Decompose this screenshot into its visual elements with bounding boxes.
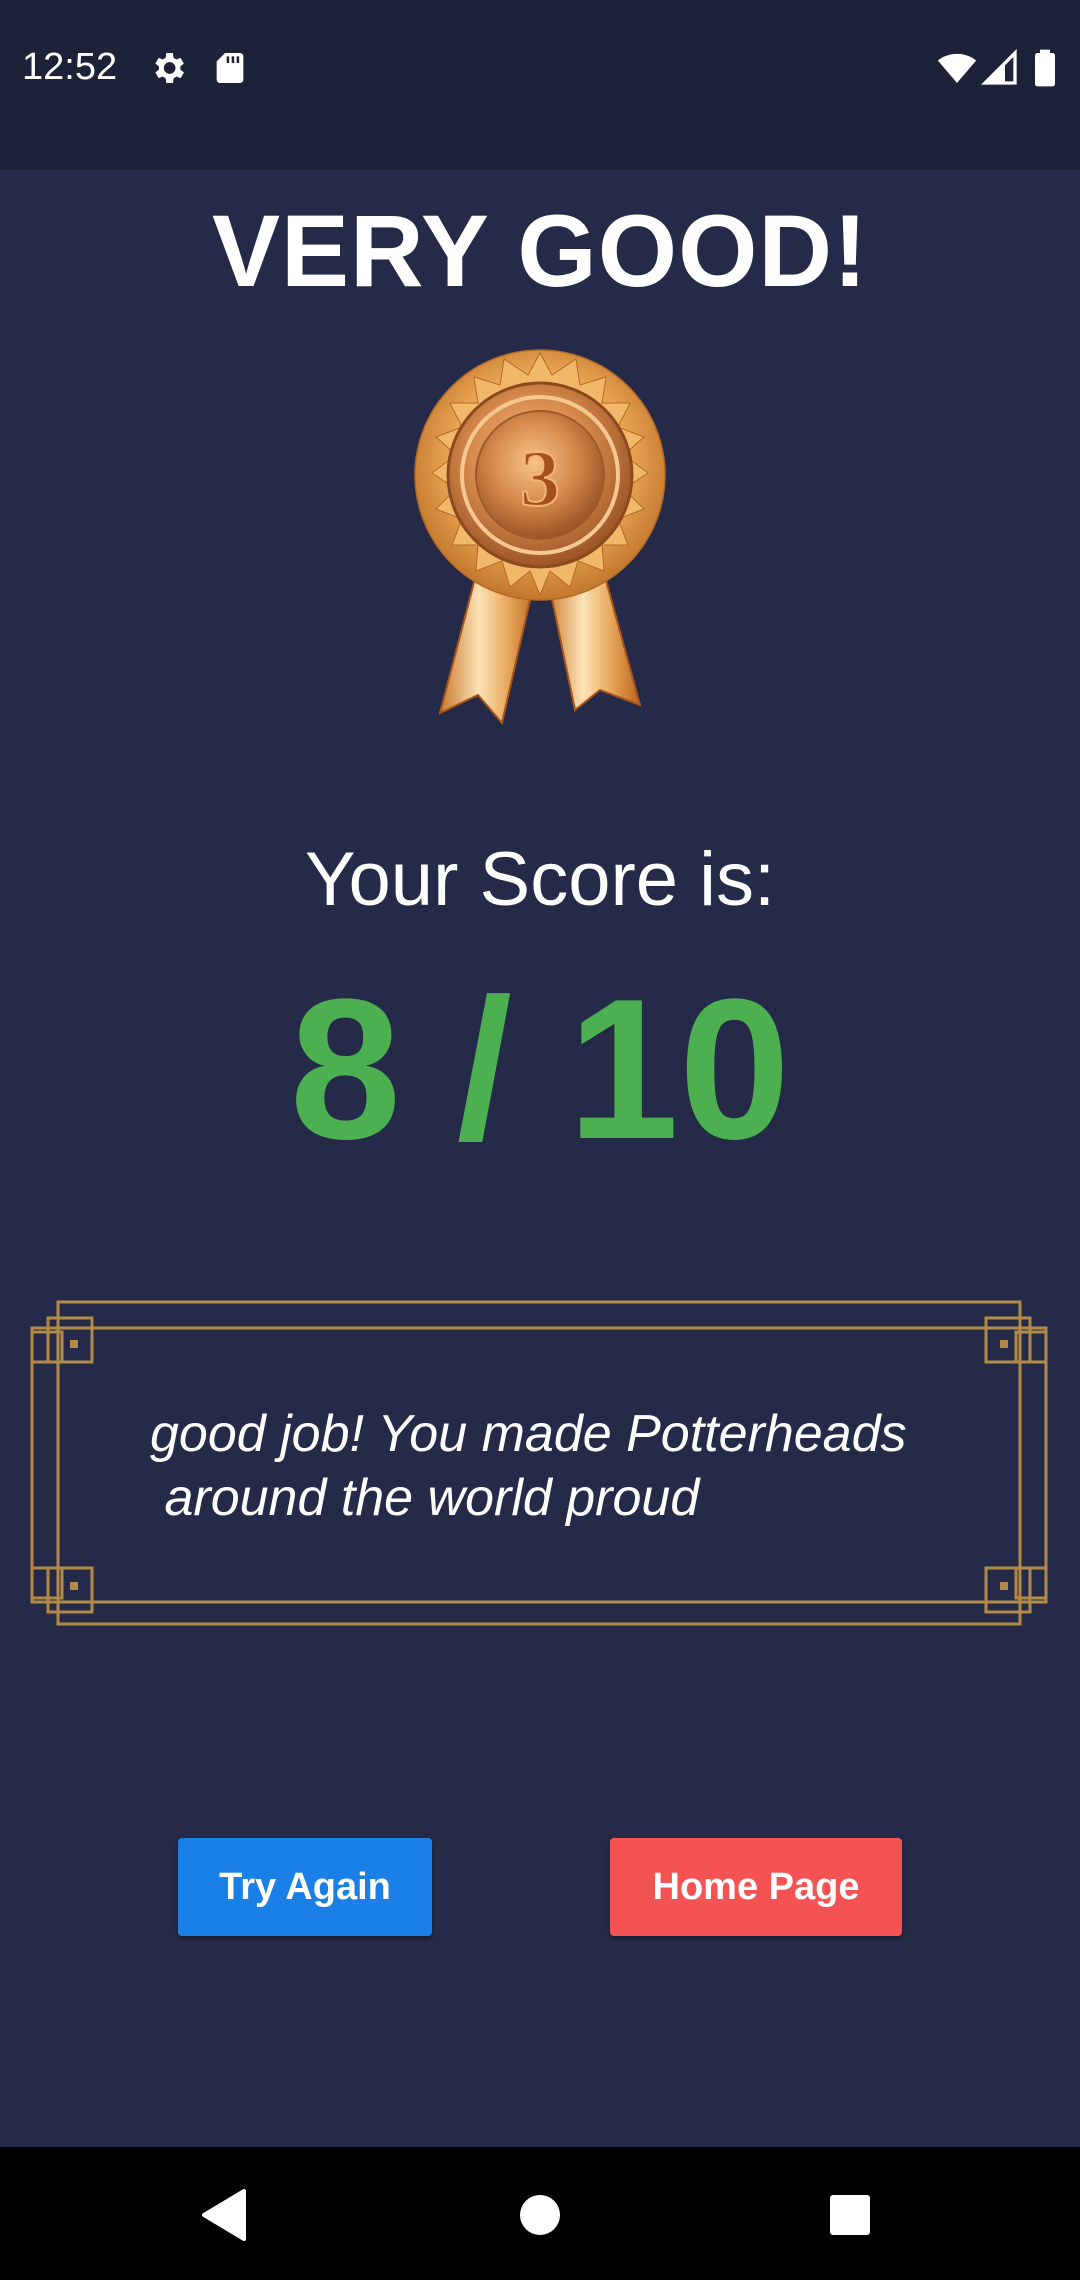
gear-icon: [155, 53, 184, 83]
result-message: good job! You made Potterheads around th…: [150, 1405, 907, 1527]
bronze-medal-icon: 3: [414, 349, 666, 726]
home-circle-icon[interactable]: [518, 2187, 562, 2243]
score-label: Your Score is:: [304, 837, 776, 922]
status-time: 12:52: [22, 46, 118, 88]
battery-icon: [1035, 49, 1055, 87]
result-screen: VERY GOOD! 3 Your Score is: 8 / 10 good …: [0, 170, 1080, 2147]
score-value: 8 / 10: [289, 958, 791, 1181]
wifi-icon: [937, 53, 977, 83]
back-icon[interactable]: [200, 2187, 248, 2243]
navigation-bar: [0, 2147, 1080, 2280]
sd-card-icon: [216, 53, 244, 83]
result-headline: VERY GOOD!: [211, 194, 869, 308]
status-bar: 12:52: [0, 0, 1080, 170]
try-again-button[interactable]: Try Again: [178, 1838, 432, 1936]
message-frame: good job! You made Potterheads around th…: [30, 1300, 1048, 1630]
recents-icon[interactable]: [828, 2187, 872, 2243]
signal-icon: [980, 48, 1017, 85]
medal-number: 3: [520, 435, 560, 523]
home-page-button[interactable]: Home Page: [610, 1838, 902, 1936]
